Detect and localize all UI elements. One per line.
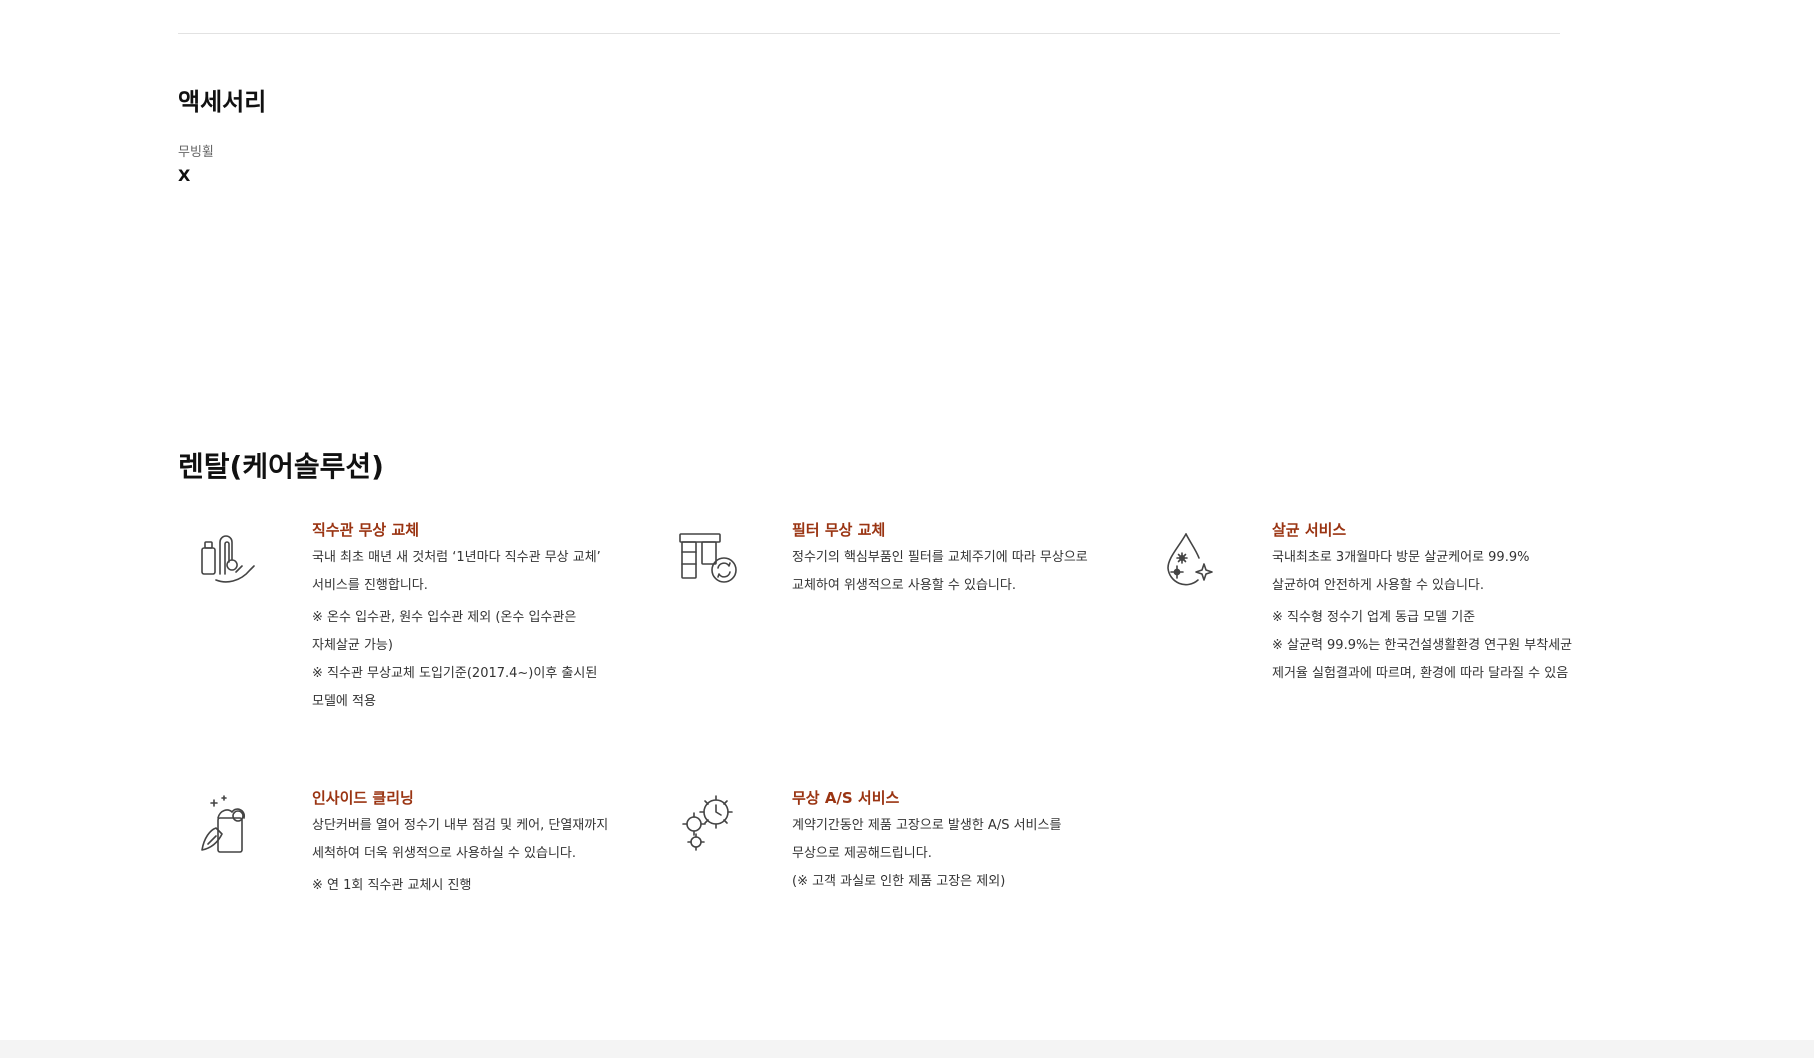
accessory-item-value: X: [178, 166, 191, 185]
service-note: ※ 온수 입수관, 원수 입수관 제외 (온수 입수관은 자체살균 가능): [312, 610, 577, 653]
footer-band: [0, 1040, 1814, 1058]
sterilization-drop-icon: [1152, 520, 1222, 590]
service-description: 계약기간동안 제품 고장으로 발생한 A/S 서비스를 무상으로 제공해드립니다.…: [792, 818, 1062, 889]
service-title: 인사이드 클리닝: [312, 789, 414, 807]
inside-cleaning-icon: [192, 788, 262, 858]
service-description: 국내최초로 3개월마다 방문 살균케어로 99.9% 살균하여 안전하게 사용할 …: [1272, 550, 1530, 593]
service-title: 무상 A/S 서비스: [792, 789, 900, 807]
service-title: 필터 무상 교체: [792, 521, 886, 539]
service-note: ※ 살균력 99.9%는 한국건설생활환경 연구원 부착세균 제거율 실험결과에 …: [1272, 638, 1573, 681]
top-divider: [178, 33, 1560, 34]
filter-replacement-icon: [672, 520, 742, 590]
service-note: ※ 직수형 정수기 업계 동급 모델 기준: [1272, 610, 1476, 625]
gear-clock-icon: [672, 788, 742, 858]
rental-section-title: 렌탈(케어솔루션): [178, 450, 384, 483]
service-title: 살균 서비스: [1272, 521, 1347, 539]
service-description: 상단커버를 열어 정수기 내부 점검 및 케어, 단열재까지 세척하여 더욱 위생…: [312, 818, 609, 861]
service-title: 직수관 무상 교체: [312, 521, 420, 539]
accessory-item-label: 무빙휠: [178, 145, 214, 160]
service-note: ※ 직수관 무상교체 도입기준(2017.4~)이후 출시된 모델에 적용: [312, 666, 598, 709]
service-description: 국내 최초 매년 새 것처럼 ‘1년마다 직수관 무상 교체’ 서비스를 진행합니…: [312, 550, 601, 593]
service-note: ※ 연 1회 직수관 교체시 진행: [312, 878, 472, 893]
pipe-replacement-icon: [192, 520, 262, 590]
accessory-section-title: 액세서리: [178, 88, 267, 116]
service-description: 정수기의 핵심부품인 필터를 교체주기에 따라 무상으로 교체하여 위생적으로 사…: [792, 550, 1088, 593]
